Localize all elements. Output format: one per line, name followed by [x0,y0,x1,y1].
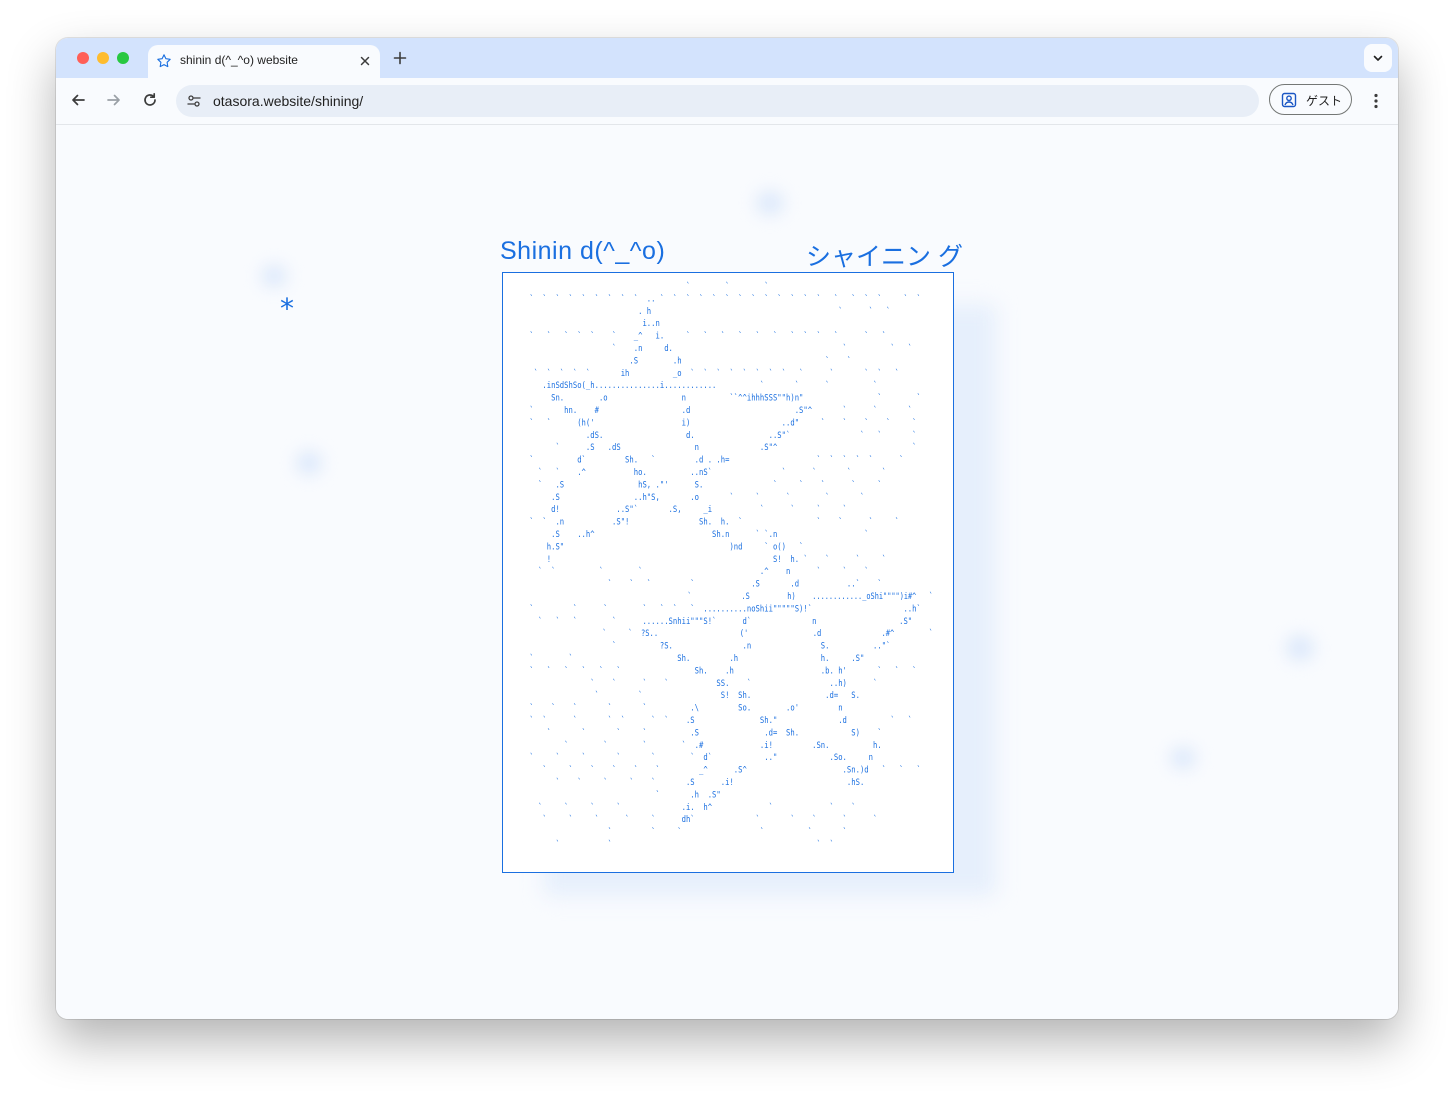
ascii-art-line: ` ` ?S.. (' .d .#^ ` [525,628,933,639]
site-settings-icon[interactable] [186,93,202,109]
page-content: * Shinin d(^_^o) シャイニン グ ` ` ` ` ` ` ` `… [56,125,1398,1019]
ascii-art-line: . h ` ` ` [525,306,890,317]
ascii-art: ` ` ` ` ` ` ` ` ` ` ` ` .. ` ` ` ` ` ` `… [525,281,933,850]
page-title-japanese: シャイニン グ [806,243,963,271]
plus-icon[interactable] [392,50,408,66]
ascii-art-line: ` ` ` [525,281,769,292]
tab-search-button[interactable] [1364,44,1392,72]
tab-strip: shinin d(^_^o) website [56,38,1398,78]
ascii-art-line: ` ` ` ` ` ` _^ i. ` ` ` ` ` ` ` ` ` ` ` … [525,331,886,342]
reload-icon[interactable] [141,91,159,109]
bokeh-dot [261,265,287,287]
tab-title: shinin d(^_^o) website [180,53,298,67]
chevron-down-icon [1373,55,1383,61]
ascii-art-line: ` ` ` ` ` ` Sh. .h .b. h' ` ` ` [525,665,917,676]
maximize-window-button[interactable] [117,52,129,64]
star-icon [156,53,172,69]
tab-active[interactable]: shinin d(^_^o) website [148,45,380,78]
minimize-window-button[interactable] [97,52,109,64]
browser-window: shinin d(^_^o) website otasora.website/s… [56,38,1398,1019]
ascii-art-line: ` ` ` ` .# .i! .Sn. h. [525,740,882,751]
ascii-art-line: ` ` ` ` .S .d ..` ` [525,579,882,590]
ascii-art-line: ` d` Sh. ` .d . .h= ` ` ` ` ` ` [525,455,903,466]
ascii-art-line: ` ?S. .n S. .."` [525,641,890,652]
ascii-art-line: ` ` ` ` .^ n ` ` ` [525,566,869,577]
ascii-art-line: ` ` ` ` ` .S .i! .hS. [525,777,864,788]
ascii-art-line: h.S" )nd ` o() ` [525,541,803,552]
ascii-art-line: ` ` ` ` ` ` ` ` ` .. ` ` ` ` ` ` ` ` ` `… [525,293,921,304]
ascii-art-line: ` .S h) ............_oShi"""")i#^ ` [525,591,933,602]
ascii-art-line: ` ` ` ` ` ` ` ..........noShii"""""S)!` … [525,603,921,614]
bokeh-dot [756,191,784,215]
ascii-art-line: ` ` ` ` ` ` [525,827,847,838]
person-icon [1281,92,1297,108]
ascii-art-line: ` .S hS, ."' S. ` ` ` ` ` [525,479,882,490]
asterisk-mark: * [280,292,294,325]
ascii-art-line: d! ..S"` .S, _i ` ` ` ` [525,504,847,515]
ascii-art-line: ` ` ` ` ` .\ So. .o' n [525,703,843,714]
ascii-art-line: .inSdShSo(_h...............i............… [525,380,877,391]
back-arrow-icon[interactable] [69,91,87,109]
ascii-art-line: ` ` ` ` .i. h^ ` ` ` [525,802,856,813]
ascii-art-line: ` ` Sh. .h h. .S" [525,653,864,664]
ascii-art-line: .S ..h^ Sh.n ` `.n ` [525,529,869,540]
close-icon[interactable] [358,54,372,68]
ascii-art-line: ` ` .n .S"! Sh. h. ` ` ` ` ` [525,517,899,528]
ascii-art-line: ` ` .^ ho. ..nS` ` ` ` ` [525,467,886,478]
more-vert-icon[interactable] [1366,91,1386,111]
address-bar[interactable]: otasora.website/shining/ [176,85,1259,117]
close-window-button[interactable] [77,52,89,64]
ascii-art-line: ! S! h. ` ` ` ` [525,554,886,565]
ascii-art-line: ` ` S! Sh. .d= S. [525,690,860,701]
profile-button[interactable]: ゲスト [1269,84,1352,115]
forward-arrow-icon[interactable] [105,91,123,109]
ascii-art-line: ` hn. # .d .S"^ ` ` ` [525,405,912,416]
profile-label: ゲスト [1306,94,1343,108]
page-title: Shinin d(^_^o) [500,237,666,265]
bokeh-dot [296,451,322,475]
ascii-art-line: .S ..h"S, .o ` ` ` ` ` [525,492,864,503]
ascii-art-line: ` ` ` ` ......Snhii"""S!` d` n .S" [525,616,912,627]
ascii-art-line: ` ` ` ` ` dh` ` ` ` ` ` [525,814,877,825]
bokeh-dot [1170,747,1196,769]
ascii-art-line: ` ` ` ` ` ih _o ` ` ` ` ` ` ` ` ` ` ` ` … [525,368,899,379]
ascii-art-line: ` .n d. ` ` ` [525,343,912,354]
ascii-art-line: i..n [525,319,660,329]
ascii-art-line: ` .S .dS n .S"^ ` [525,442,917,453]
bokeh-dot [1286,635,1314,661]
ascii-art-line: ` ` ` ` ` ` d` .." .So. n [525,752,873,763]
ascii-art-line: ` ` (h(' i) ..d" ` ` ` ` ` [525,417,917,428]
ascii-art-line: ` ` ` ` ` ` _^ .S^ .Sn.)d ` ` ` [525,765,921,776]
ascii-art-line: ` ` ` ` .S .d= Sh. S) ` [525,727,882,738]
ascii-art-line: .dS. d. ..S"` ` ` ` [525,430,917,441]
ascii-art-line: ` .h .S" [525,789,721,800]
ascii-art-line: ` ` ` ` SS. ` ..h) ` [525,678,877,689]
ascii-art-line: .S .h ` ` [525,355,851,366]
ascii-art-card: ` ` ` ` ` ` ` ` ` ` ` ` .. ` ` ` ` ` ` `… [502,272,954,873]
ascii-art-line: Sn. .o n ``^^ihhhSSS""h)n" ` ` [525,393,921,404]
ascii-art-line: ` ` ` ` [525,839,834,850]
browser-toolbar: otasora.website/shining/ ゲスト [56,78,1398,125]
ascii-art-line: ` ` ` ` ` ` ` .S Sh." .d ` ` [525,715,912,726]
url-text[interactable]: otasora.website/shining/ [213,93,363,109]
